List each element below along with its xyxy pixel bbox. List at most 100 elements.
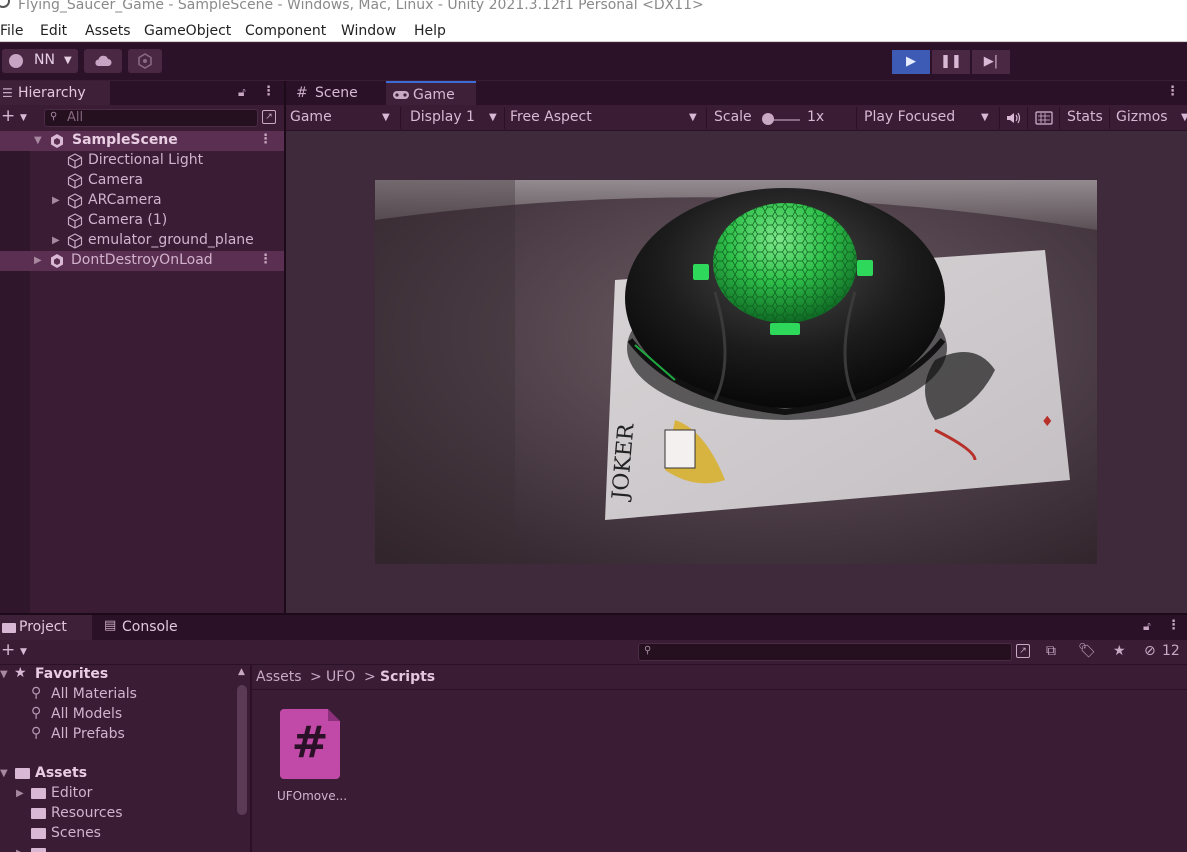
hierarchy-item-label: SampleScene bbox=[72, 132, 178, 148]
hidden-packages-icon[interactable]: ⊘ bbox=[1144, 643, 1156, 659]
favorite-label: All Materials bbox=[51, 686, 137, 702]
plus-icon[interactable]: + bbox=[1, 106, 15, 126]
expanded-arrow-icon[interactable]: ▼ bbox=[0, 669, 8, 680]
label-tag-icon[interactable]: 🏷︎ bbox=[1078, 643, 1096, 659]
audio-mute-icon[interactable] bbox=[1005, 111, 1021, 125]
hierarchy-item-samplescene[interactable]: ▼ SampleScene ⋮ bbox=[0, 131, 284, 151]
project-content: Assets > UFO > Scripts # UFOmove... bbox=[252, 665, 1187, 852]
kebab-menu-icon[interactable]: ⋮ bbox=[259, 132, 272, 147]
pause-button[interactable]: ❚❚ bbox=[932, 50, 970, 74]
favorite-all-prefabs[interactable]: ⚲ All Prefabs bbox=[0, 725, 236, 745]
favorites-header[interactable]: ▼ ★ Favorites bbox=[0, 665, 236, 685]
menu-bar: File Edit Assets GameObject Component Wi… bbox=[0, 20, 1187, 42]
expanded-arrow-icon[interactable]: ▼ bbox=[0, 768, 8, 779]
hash-icon: # bbox=[296, 85, 308, 101]
view-tab-bar: # Scene Game ⋮ bbox=[286, 81, 1187, 105]
display-dropdown[interactable]: Display 1 bbox=[410, 109, 475, 125]
favorite-all-models[interactable]: ⚲ All Models bbox=[0, 705, 236, 725]
kebab-menu-icon[interactable]: ⋮ bbox=[1166, 84, 1179, 99]
menu-component[interactable]: Component bbox=[245, 23, 326, 39]
kebab-menu-icon[interactable]: ⋮ bbox=[259, 252, 272, 267]
hierarchy-item-camera[interactable]: Camera bbox=[0, 171, 284, 191]
unity-scene-icon bbox=[51, 134, 63, 148]
project-search-input[interactable]: ⚲ bbox=[638, 643, 1012, 661]
divider bbox=[1059, 107, 1060, 129]
kebab-menu-icon[interactable]: ⋮ bbox=[1167, 618, 1180, 633]
breadcrumb-assets[interactable]: Assets bbox=[256, 669, 302, 685]
gizmos-button[interactable]: Gizmos bbox=[1116, 109, 1168, 125]
cloud-button[interactable] bbox=[84, 49, 122, 73]
folder-editor[interactable]: ▶ Editor bbox=[0, 784, 236, 804]
hierarchy-search-row: + ▼ ⚲ All ↗ bbox=[0, 105, 284, 131]
search-by-type-icon[interactable]: ⧉ bbox=[1046, 643, 1056, 659]
menu-file[interactable]: File bbox=[0, 23, 23, 39]
collapsed-arrow-icon[interactable]: ▶ bbox=[52, 235, 60, 246]
search-options-icon[interactable]: ↗ bbox=[262, 110, 276, 124]
chevron-down-icon[interactable]: ▼ bbox=[20, 647, 27, 657]
divider bbox=[706, 107, 707, 129]
keyboard-icon[interactable] bbox=[1035, 111, 1053, 125]
chevron-down-icon[interactable]: ▼ bbox=[20, 113, 27, 123]
expanded-arrow-icon[interactable]: ▼ bbox=[34, 135, 42, 146]
window-title-bar: Flying_Saucer_Game - SampleScene - Windo… bbox=[0, 0, 1187, 20]
breadcrumb-scripts[interactable]: Scripts bbox=[380, 669, 435, 685]
folder-scenes[interactable]: Scenes bbox=[0, 824, 236, 844]
hierarchy-item-arcamera[interactable]: ▶ ARCamera bbox=[0, 191, 284, 211]
search-icon: ⚲ bbox=[31, 705, 42, 721]
breadcrumb: Assets > UFO > Scripts bbox=[252, 665, 1187, 690]
collapsed-arrow-icon[interactable]: ▶ bbox=[34, 255, 42, 266]
collapsed-arrow-icon[interactable]: ▶ bbox=[16, 788, 24, 799]
hierarchy-item-directional-light[interactable]: Directional Light bbox=[0, 151, 284, 171]
tab-project[interactable]: Project bbox=[0, 615, 92, 640]
ar-camera-feed: ♦ JOKER bbox=[375, 180, 1097, 564]
folder-resources[interactable]: Resources bbox=[0, 804, 236, 824]
assets-header[interactable]: ▼ Assets bbox=[0, 764, 236, 784]
kebab-menu-icon[interactable]: ⋮ bbox=[262, 84, 275, 99]
hierarchy-item-camera-1[interactable]: Camera (1) bbox=[0, 211, 284, 231]
tab-hierarchy[interactable]: ☰ Hierarchy bbox=[0, 81, 110, 105]
play-focus-dropdown[interactable]: Play Focused bbox=[864, 109, 955, 125]
account-dropdown[interactable]: NN ▼ bbox=[2, 49, 78, 73]
collapsed-arrow-icon[interactable]: ▶ bbox=[16, 848, 24, 852]
account-label: NN bbox=[34, 52, 55, 68]
folder-partial[interactable]: ▶ bbox=[0, 844, 236, 852]
game-render[interactable]: ♦ JOKER bbox=[375, 180, 1097, 564]
search-options-icon[interactable]: ↗ bbox=[1016, 644, 1030, 658]
lock-icon[interactable]: 🔓︎ bbox=[1143, 619, 1151, 634]
game-mode-dropdown[interactable]: Game bbox=[290, 109, 332, 125]
hierarchy-item-dontdestroyonload[interactable]: ▶ DontDestroyOnLoad ⋮ bbox=[0, 251, 284, 271]
plus-icon[interactable]: + bbox=[1, 640, 15, 660]
star-icon[interactable]: ★ bbox=[1113, 643, 1126, 659]
favorite-all-materials[interactable]: ⚲ All Materials bbox=[0, 685, 236, 705]
menu-assets[interactable]: Assets bbox=[85, 23, 131, 39]
tab-game[interactable]: Game bbox=[386, 81, 476, 105]
hierarchy-item-emulator-ground-plane[interactable]: ▶ emulator_ground_plane bbox=[0, 231, 284, 251]
console-icon: ▤ bbox=[104, 618, 117, 633]
scale-slider-handle[interactable] bbox=[762, 113, 774, 125]
menu-help[interactable]: Help bbox=[414, 23, 446, 39]
aspect-dropdown[interactable]: Free Aspect bbox=[510, 109, 592, 125]
scroll-up-arrow-icon[interactable]: ▲ bbox=[238, 667, 245, 677]
menu-gameobject[interactable]: GameObject bbox=[144, 23, 231, 39]
play-button[interactable]: ▶ bbox=[892, 50, 930, 74]
chevron-down-icon: ▼ bbox=[689, 112, 697, 123]
folder-label: Editor bbox=[51, 785, 93, 801]
tab-scene[interactable]: # Scene bbox=[286, 81, 384, 105]
asset-ufomove-script[interactable]: # UFOmove... bbox=[272, 709, 352, 804]
collab-button[interactable] bbox=[128, 49, 162, 73]
chevron-down-icon: ▼ bbox=[382, 112, 390, 123]
hierarchy-search-input[interactable]: ⚲ All bbox=[44, 109, 258, 127]
tab-console[interactable]: ▤ Console bbox=[94, 615, 190, 640]
menu-edit[interactable]: Edit bbox=[40, 23, 67, 39]
breadcrumb-ufo[interactable]: UFO bbox=[326, 669, 355, 685]
menu-window[interactable]: Window bbox=[341, 23, 396, 39]
lock-icon[interactable]: 🔓︎ bbox=[238, 85, 246, 100]
game-view-area[interactable]: ♦ JOKER bbox=[286, 131, 1187, 613]
chevron-down-icon: ▼ bbox=[489, 112, 497, 123]
scrollbar-thumb[interactable] bbox=[237, 685, 247, 815]
project-folder-tree: ▼ ★ Favorites ⚲ All Materials ⚲ All Mode… bbox=[0, 665, 250, 852]
collapsed-arrow-icon[interactable]: ▶ bbox=[52, 195, 60, 206]
project-tree-scrollbar[interactable]: ▲ bbox=[236, 667, 248, 852]
step-button[interactable]: ▶| bbox=[972, 50, 1010, 74]
stats-button[interactable]: Stats bbox=[1067, 109, 1103, 125]
